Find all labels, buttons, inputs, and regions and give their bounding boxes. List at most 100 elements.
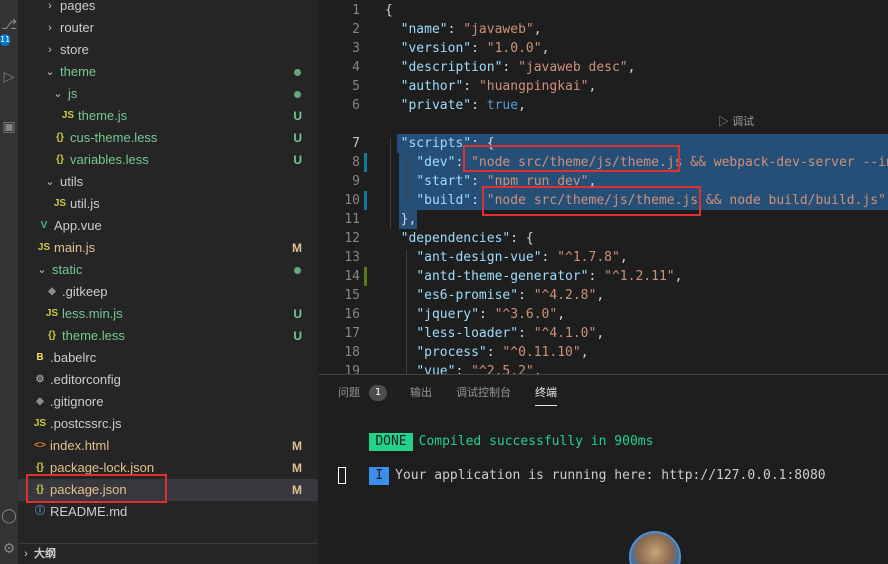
info-tag: I <box>369 467 390 485</box>
code-text: "dependencies": { <box>385 229 534 248</box>
tree-file-less-min-js[interactable]: JS less.min.js U <box>18 303 318 325</box>
tree-item-label: pages <box>60 0 96 13</box>
tree-item-label: .gitkeep <box>62 284 108 299</box>
tree-file-theme-js[interactable]: JS theme.js U <box>18 105 318 127</box>
git-status-dot <box>294 91 301 98</box>
line-number: 12 <box>344 231 360 246</box>
chevron-right-icon: › <box>48 22 52 34</box>
tree-file--postcssrc-js[interactable]: JS .postcssrc.js <box>18 413 318 435</box>
problems-count-badge: 1 <box>369 385 387 401</box>
code-line: 1{ <box>318 1 888 20</box>
code-line: 17 "less-loader": "^4.1.0", <box>318 324 888 343</box>
tree-folder-js[interactable]: ⌄ js <box>18 83 318 105</box>
code-token: , <box>533 364 542 374</box>
json-braces-icon: {} <box>56 132 64 143</box>
code-token: "author" <box>400 79 464 94</box>
code-text: "private": true, <box>385 96 526 115</box>
highlight-box-package-json <box>26 474 167 503</box>
code-token: , <box>580 345 589 360</box>
tree-folder-store[interactable]: › store <box>18 39 318 61</box>
code-token: , <box>557 307 566 322</box>
tree-file-theme-less[interactable]: {} theme.less U <box>18 325 318 347</box>
javascript-file-icon: JS <box>61 110 75 121</box>
account-icon[interactable]: ◯ <box>0 505 18 527</box>
info-message: Your application is running here: http:/… <box>395 468 826 483</box>
tree-item-label: router <box>60 20 94 35</box>
code-token: "description" <box>400 60 503 75</box>
tree-file-variables-less[interactable]: {} variables.less U <box>18 149 318 171</box>
tree-item-label: theme <box>60 64 97 79</box>
line-number: 14 <box>344 269 360 284</box>
tab-debug-console[interactable]: 调试控制台 <box>456 385 511 401</box>
git-status-badge: M <box>292 483 302 497</box>
code-token: , <box>596 326 605 341</box>
tree-folder-utils[interactable]: ⌄ utils <box>18 171 318 193</box>
outline-label: 大纲 <box>34 548 56 560</box>
code-token: "^0.11.10" <box>502 345 581 360</box>
tree-file-README-md[interactable]: ⓘ README.md <box>18 501 318 523</box>
source-control-icon[interactable]: ⎇ <box>0 14 18 36</box>
settings-gear-icon[interactable]: ⚙ <box>0 538 18 560</box>
tree-file-main-js[interactable]: JS main.js M <box>18 237 318 259</box>
code-token: true <box>486 98 519 113</box>
code-token: , <box>619 250 628 265</box>
indent-guide <box>406 156 407 200</box>
tree-file-App-vue[interactable]: V App.vue <box>18 215 318 237</box>
tree-file-util-js[interactable]: JS util.js <box>18 193 318 215</box>
code-token: "build" <box>416 193 472 208</box>
code-text: { <box>385 1 393 20</box>
code-token: "name" <box>400 22 448 37</box>
code-token: "^2.5.2" <box>471 364 534 374</box>
tree-folder-static[interactable]: ⌄ static <box>18 259 318 281</box>
code-token: "version" <box>400 41 472 56</box>
code-line: 4 "description": "javaweb desc", <box>318 58 888 77</box>
tree-item-label: main.js <box>54 240 96 255</box>
code-token: "private" <box>400 98 472 113</box>
tree-folder-pages[interactable]: › pages <box>18 0 318 17</box>
tree-file--editorconfig[interactable]: ⚙ .editorconfig <box>18 369 318 391</box>
code-token: : <box>447 22 464 37</box>
tab-terminal[interactable]: 终端 <box>535 385 557 406</box>
indent-guide <box>390 138 391 228</box>
code-token: "javaweb desc" <box>518 60 628 75</box>
outline-section-header[interactable]: › 大纲 <box>18 543 318 564</box>
code-token: : <box>541 250 558 265</box>
code-text: "jquery": "^3.6.0", <box>385 305 565 324</box>
code-token: "1.0.0" <box>486 41 542 56</box>
tree-file-cus-theme-less[interactable]: {} cus-theme.less U <box>18 127 318 149</box>
git-status-badge: U <box>293 153 302 167</box>
git-gutter-mark <box>364 267 367 286</box>
tree-folder-theme[interactable]: ⌄ theme <box>18 61 318 83</box>
chevron-down-icon: ⌄ <box>53 88 63 100</box>
tree-item-label: static <box>52 262 83 277</box>
run-debug-icon[interactable]: ▷ <box>0 66 18 88</box>
line-number: 3 <box>352 41 360 56</box>
extensions-icon[interactable]: ▣ <box>0 116 18 138</box>
tree-item-label: index.html <box>50 438 110 453</box>
git-status-badge: U <box>293 109 302 123</box>
code-token: : <box>588 269 605 284</box>
code-line: 13 "ant-design-vue": "^1.7.8", <box>318 248 888 267</box>
code-token: "^1.2.11" <box>604 269 675 284</box>
tree-folder-router[interactable]: › router <box>18 17 318 39</box>
javascript-file-icon: JS <box>33 418 47 429</box>
json-braces-icon: {} <box>48 330 56 341</box>
tree-file-index-html[interactable]: <> index.html M <box>18 435 318 457</box>
tab-output[interactable]: 输出 <box>410 385 432 401</box>
code-token: "less-loader" <box>416 326 519 341</box>
debug-codelens[interactable]: ▷ 调试 <box>718 114 754 130</box>
tree-file--babelrc[interactable]: B .babelrc <box>18 347 318 369</box>
tab-problems[interactable]: 问题 <box>338 385 360 401</box>
tree-file--gitignore[interactable]: ◆ .gitignore <box>18 391 318 413</box>
code-text: "vue": "^2.5.2", <box>385 362 542 374</box>
git-status-badge: U <box>293 307 302 321</box>
git-file-icon: ◆ <box>36 396 44 407</box>
git-gutter-mark <box>364 191 367 210</box>
code-token: "dev" <box>416 155 456 170</box>
line-number: 16 <box>344 307 360 322</box>
indent-guide <box>406 250 407 374</box>
tree-file--gitkeep[interactable]: ◆ .gitkeep <box>18 281 318 303</box>
